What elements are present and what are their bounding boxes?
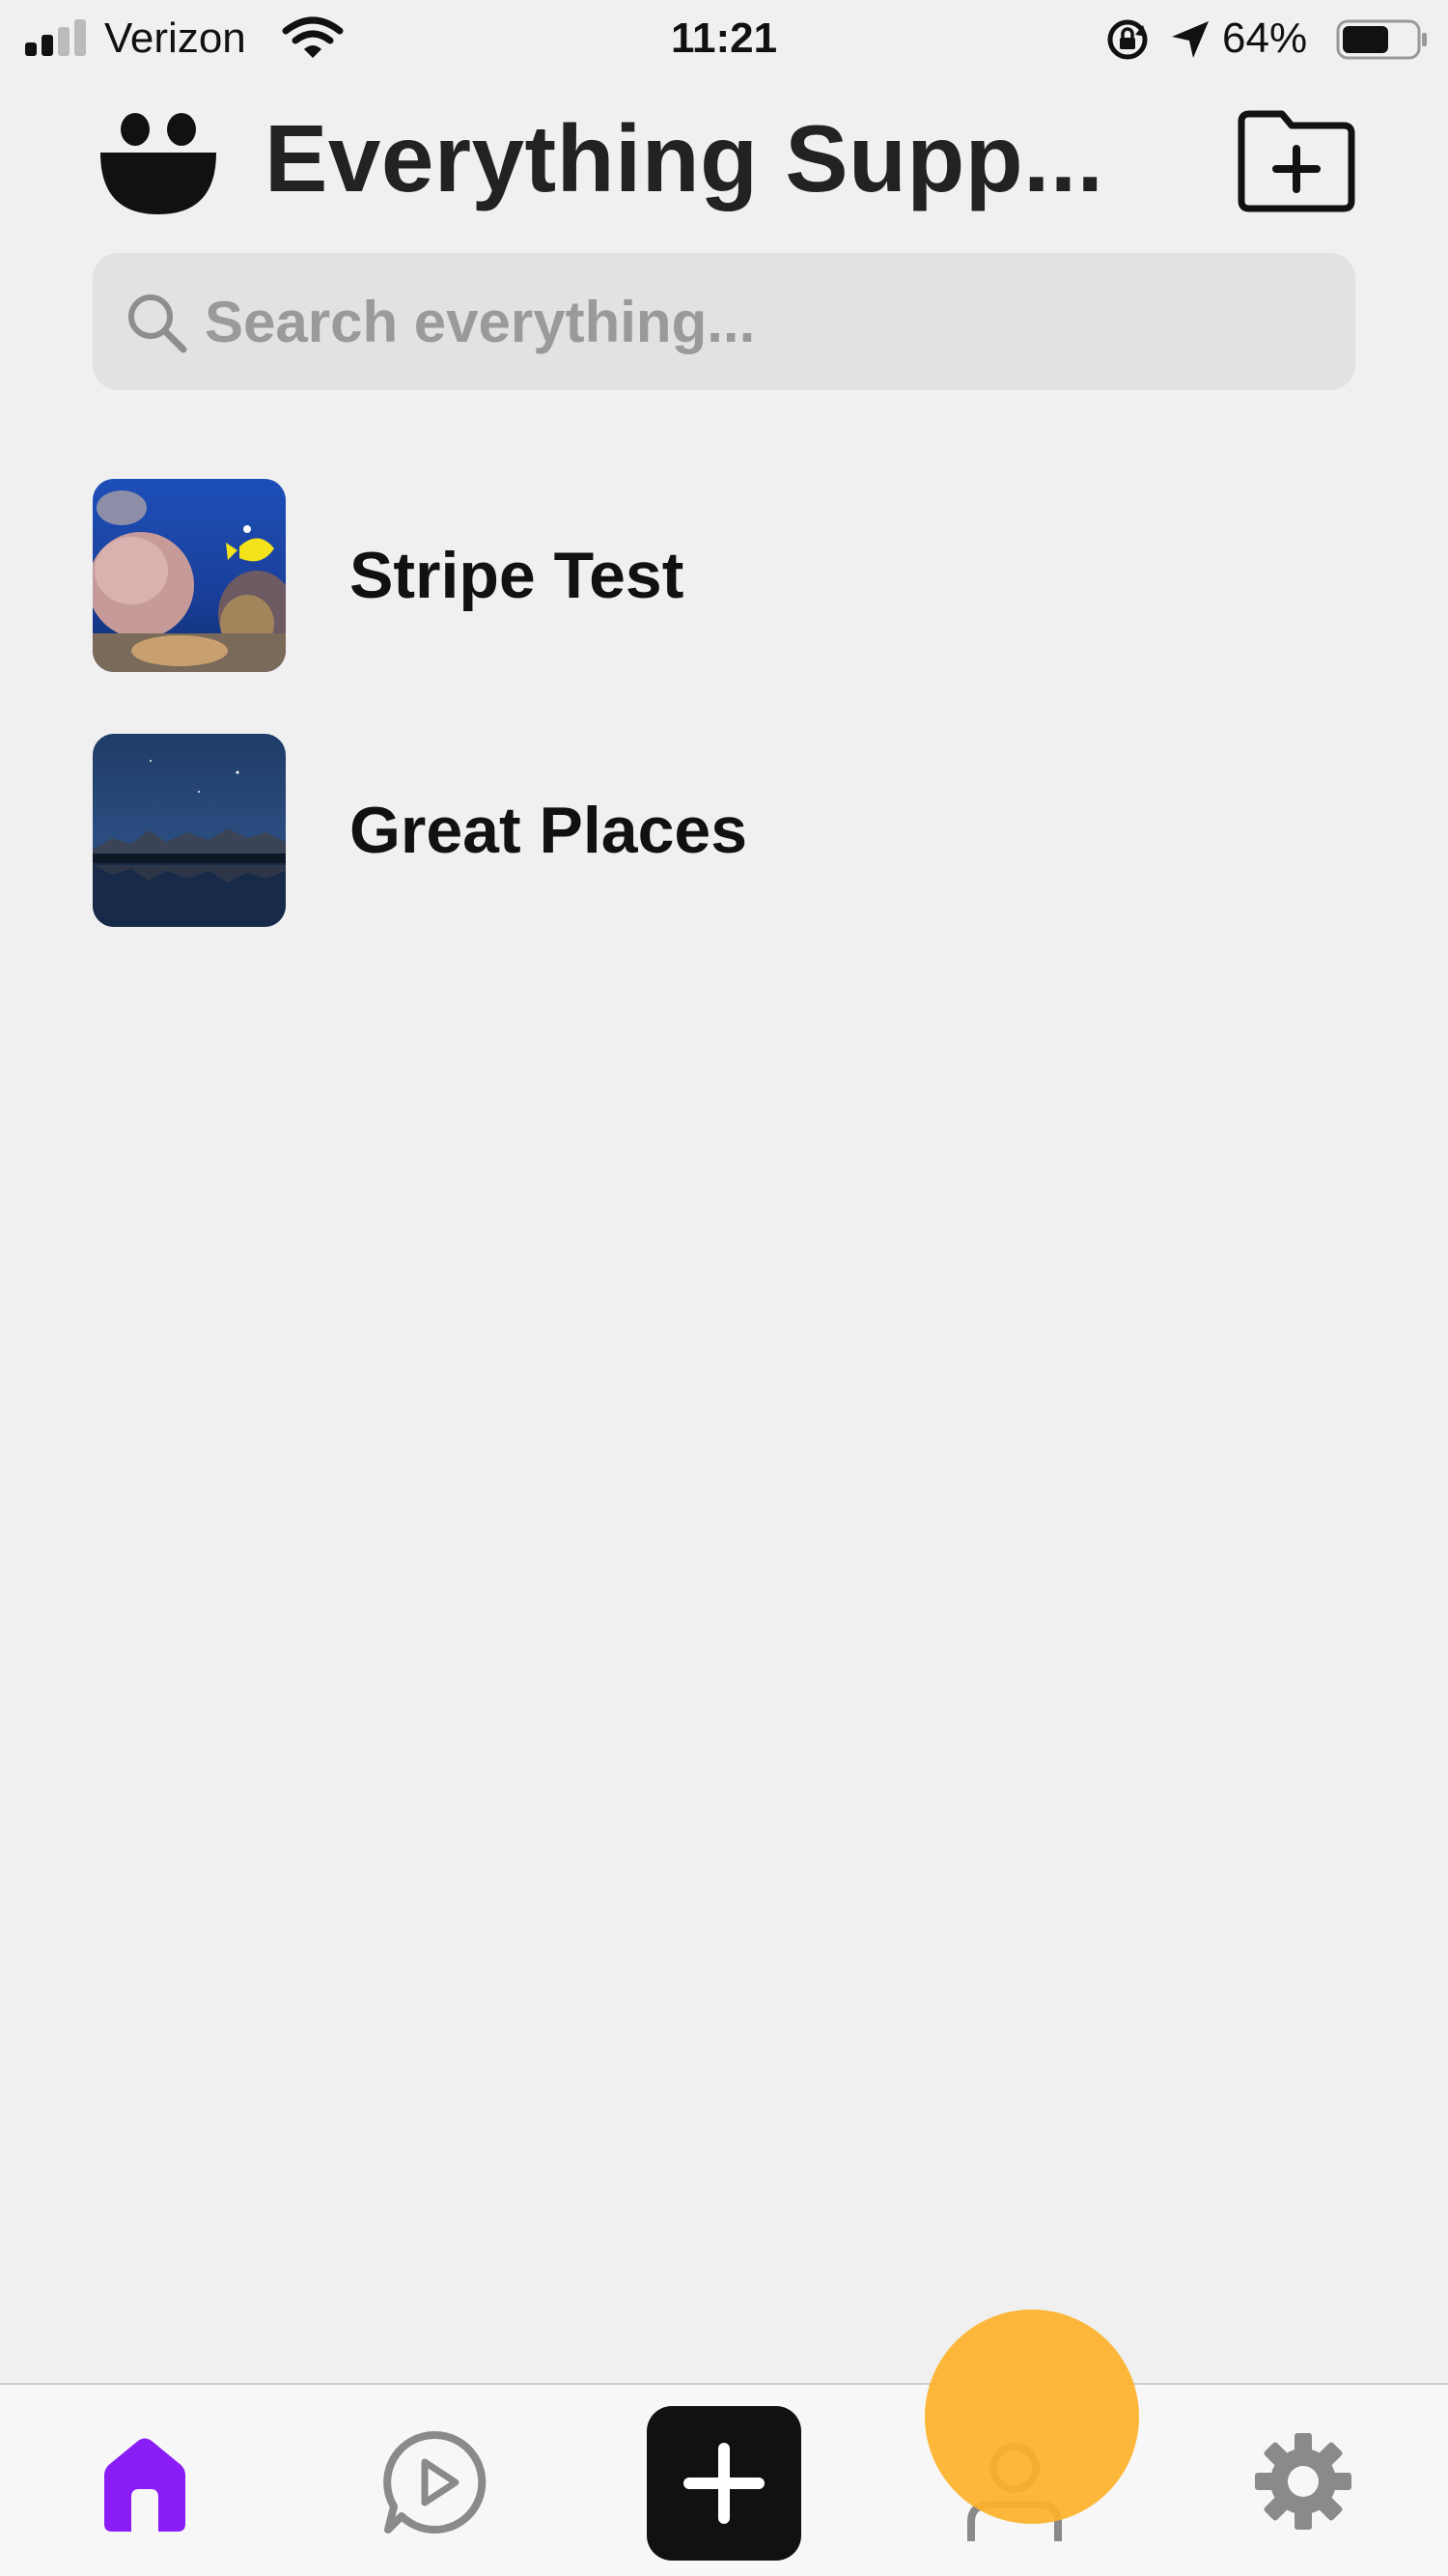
smiley-face-icon xyxy=(100,113,216,214)
home-icon[interactable] xyxy=(97,2433,193,2534)
list-item-label: Great Places xyxy=(349,794,748,867)
status-bar: Verizon 11:21 64% xyxy=(0,0,1448,81)
tab-bar xyxy=(0,2383,1448,2576)
screen: Verizon 11:21 64% Everything Supp... Sea… xyxy=(0,0,1448,2576)
battery-percent: 64% xyxy=(1222,14,1308,62)
gear-icon[interactable] xyxy=(1253,2431,1353,2532)
new-folder-button[interactable] xyxy=(1236,108,1357,212)
person-icon[interactable] xyxy=(963,2439,1066,2545)
play-chat-icon[interactable] xyxy=(382,2429,488,2535)
list-item-great-places[interactable]: Great Places xyxy=(93,734,1355,927)
add-button[interactable] xyxy=(647,2406,801,2561)
search-input[interactable] xyxy=(205,253,1324,390)
rotation-lock-icon xyxy=(1107,19,1148,60)
battery-icon xyxy=(1336,19,1427,60)
coral-reef-fish-thumbnail xyxy=(93,479,286,672)
search-icon xyxy=(128,294,187,353)
page-title: Everything Supp... xyxy=(265,105,1104,211)
list-item-stripe-test[interactable]: Stripe Test xyxy=(93,479,1355,672)
search-bar[interactable] xyxy=(93,253,1355,390)
location-icon xyxy=(1172,21,1209,58)
plus-icon xyxy=(683,2443,765,2524)
night-mountain-lake-thumbnail xyxy=(93,734,286,927)
list-item-label: Stripe Test xyxy=(349,539,684,612)
